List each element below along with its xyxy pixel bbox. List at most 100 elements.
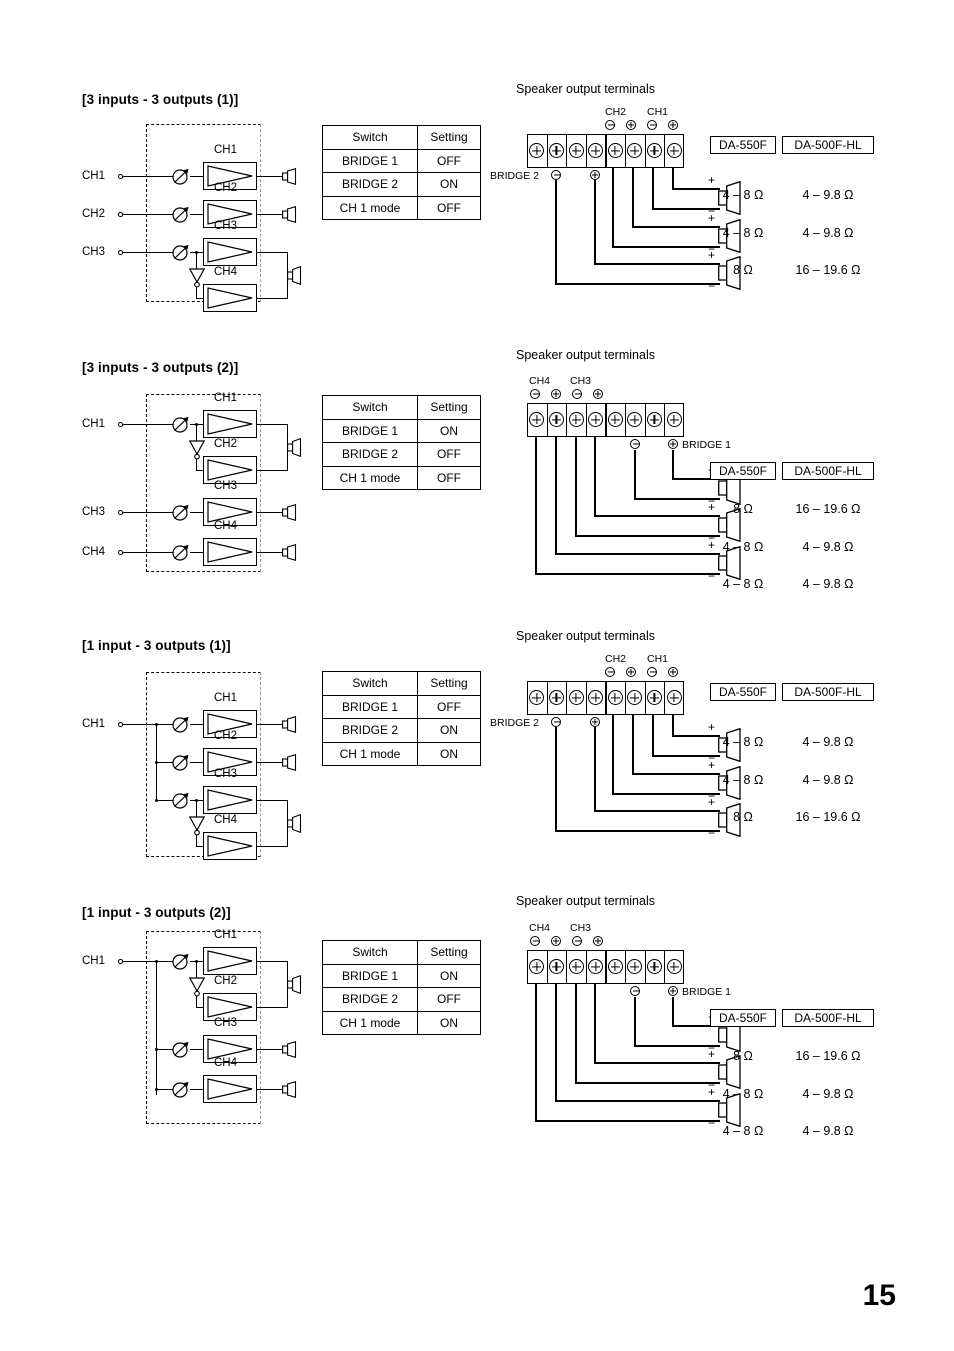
- terminal-divider: [546, 134, 548, 168]
- wire: [123, 512, 173, 514]
- speaker-icon: [282, 715, 298, 734]
- polarity-plus-label: +: [708, 173, 716, 187]
- impedance-da500fhl: 4 – 9.8 Ω: [802, 577, 854, 591]
- amplifier-ch4: [203, 832, 257, 860]
- speaker-wiring-diagram: CH2 CH1 BRIDGE 2 + − + − + − DA-550F DA-…: [490, 653, 936, 853]
- header-setting: Setting: [417, 395, 481, 420]
- input-label-ch2: CH2: [82, 208, 106, 220]
- wire: [256, 552, 284, 554]
- wire: [123, 724, 173, 726]
- screw-terminal-4[interactable]: [588, 412, 604, 427]
- amp-label-ch2: CH2: [214, 730, 238, 742]
- section-title: [3 inputs - 3 outputs (1)]: [82, 92, 239, 107]
- screw-terminal-4[interactable]: [588, 959, 604, 974]
- wire: [156, 1049, 173, 1051]
- wire: [256, 800, 288, 802]
- wire: [634, 450, 636, 500]
- wire: [555, 984, 557, 1101]
- attenuator-icon: [172, 1080, 191, 1099]
- screw-terminal-8[interactable]: [666, 143, 682, 158]
- wire: [123, 214, 173, 216]
- wire: [156, 800, 173, 802]
- wire: [156, 1089, 173, 1091]
- screw-terminal-2[interactable]: [548, 412, 564, 427]
- table-row: CH 1 mode ON: [322, 1010, 481, 1035]
- switch-name: BRIDGE 2: [322, 718, 418, 743]
- attenuator-icon: [172, 715, 191, 734]
- screw-terminal-3[interactable]: [568, 959, 584, 974]
- polarity-plus-label: +: [708, 758, 716, 772]
- terminal-divider: [664, 950, 666, 984]
- screw-terminal-3[interactable]: [568, 412, 584, 427]
- wire: [256, 961, 288, 963]
- screw-terminal-4[interactable]: [588, 690, 604, 705]
- screw-terminal-5[interactable]: [607, 143, 623, 158]
- screw-terminal-8[interactable]: [666, 690, 682, 705]
- input-label-ch1: CH1: [82, 418, 106, 430]
- wire: [555, 437, 557, 554]
- wire: [190, 762, 204, 764]
- impedance-da500fhl: 16 – 19.6 Ω: [795, 502, 861, 516]
- wire: [256, 846, 288, 848]
- terminal-divider: [605, 681, 607, 715]
- speaker-output-terminals-label: Speaker output terminals: [516, 629, 655, 643]
- speaker-output-terminals-label: Speaker output terminals: [516, 348, 655, 362]
- wire: [190, 1089, 204, 1091]
- screw-terminal-5[interactable]: [607, 690, 623, 705]
- screw-terminal-7[interactable]: [646, 412, 662, 427]
- amp-label-ch3: CH3: [214, 768, 238, 780]
- impedance-da550f: 4 – 8 Ω: [722, 773, 764, 787]
- switch-name: CH 1 mode: [322, 1010, 418, 1035]
- attenuator-icon: [172, 503, 191, 522]
- screw-terminal-3[interactable]: [568, 690, 584, 705]
- amp-label-ch2: CH2: [214, 182, 238, 194]
- bridge-plus-icon: [590, 170, 600, 180]
- screw-terminal-8[interactable]: [666, 959, 682, 974]
- screw-terminal-2[interactable]: [548, 690, 564, 705]
- switch-settings-table: Switch Setting BRIDGE 1 OFF BRIDGE 2 ON …: [322, 671, 481, 766]
- polarity-minus-icon: [572, 936, 582, 946]
- model-header-da550f: DA-550F: [710, 136, 776, 154]
- screw-terminal-4[interactable]: [588, 143, 604, 158]
- input-terminal-dot: [118, 174, 123, 179]
- wire: [190, 1049, 204, 1051]
- terminal-divider: [566, 403, 568, 437]
- wire: [632, 168, 634, 228]
- attenuator-icon: [172, 952, 191, 971]
- impedance-da550f: 8 Ω: [733, 263, 753, 277]
- screw-terminal-7[interactable]: [646, 959, 662, 974]
- terminal-group-label-ch4: CH4: [529, 375, 551, 387]
- screw-terminal-7[interactable]: [646, 143, 662, 158]
- wire: [123, 424, 173, 426]
- output-boundary-line: [260, 672, 261, 857]
- terminal-group-label-ch2: CH2: [605, 653, 627, 665]
- manual-page: [3 inputs - 3 outputs (1)] Speaker outpu…: [0, 0, 954, 1351]
- switch-setting: ON: [417, 718, 481, 743]
- input-label-ch3: CH3: [82, 506, 106, 518]
- model-header-da500fhl: DA-500F-HL: [782, 136, 874, 154]
- model-header-da500fhl: DA-500F-HL: [782, 1009, 874, 1027]
- wire: [256, 298, 288, 300]
- screw-terminal-2[interactable]: [548, 959, 564, 974]
- polarity-minus-icon: [647, 667, 657, 677]
- switch-setting: OFF: [417, 694, 481, 719]
- screw-terminal-8[interactable]: [666, 412, 682, 427]
- table-row: BRIDGE 2 ON: [322, 718, 481, 743]
- terminal-divider: [546, 403, 548, 437]
- bridge-minus-icon: [551, 717, 561, 727]
- terminal-divider: [566, 681, 568, 715]
- wire: [256, 1049, 284, 1051]
- screw-terminal-5[interactable]: [607, 412, 623, 427]
- screw-terminal-5[interactable]: [607, 959, 623, 974]
- table-row: CH 1 mode ON: [322, 741, 481, 766]
- wire: [256, 470, 288, 472]
- screw-terminal-7[interactable]: [646, 690, 662, 705]
- input-label-ch1: CH1: [82, 955, 106, 967]
- polarity-plus-icon: [593, 389, 603, 399]
- header-setting: Setting: [417, 940, 481, 965]
- table-row: BRIDGE 1 ON: [322, 963, 481, 988]
- input-label-ch3: CH3: [82, 246, 106, 258]
- section-3in-3out-1: [3 inputs - 3 outputs (1)] Speaker outpu…: [0, 82, 954, 362]
- screw-terminal-2[interactable]: [548, 143, 564, 158]
- screw-terminal-3[interactable]: [568, 143, 584, 158]
